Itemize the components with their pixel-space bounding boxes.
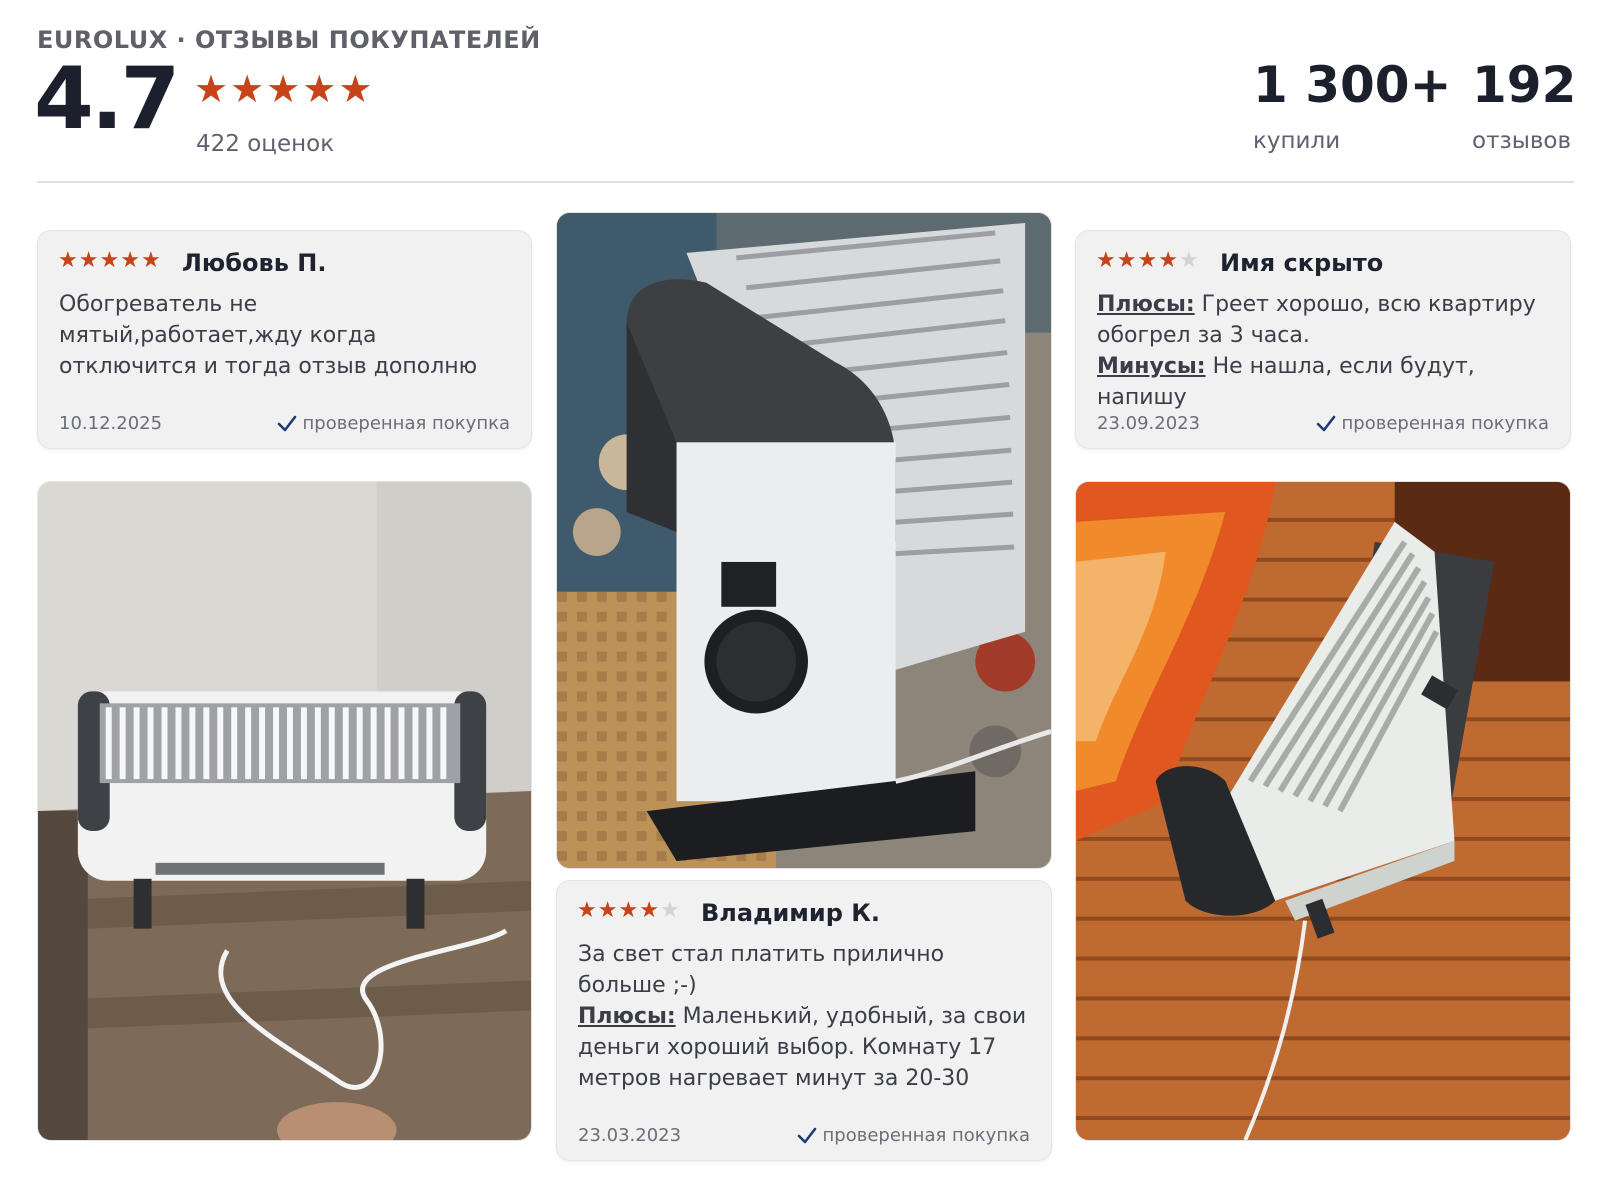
cons-label: Минусы: [1097, 354, 1206, 379]
star-icon: ★ [1158, 248, 1178, 273]
star-icon: ★ [99, 248, 120, 273]
stat-bought: 1 300+ купили [1253, 60, 1451, 154]
verified-label: проверенная покупка [302, 413, 510, 434]
star-icon: ★ [618, 898, 639, 923]
heater-side-image [557, 213, 1051, 868]
verified-label: проверенная покупка [822, 1125, 1030, 1146]
rating-stars: ★ ★ ★ ★ ★ [194, 70, 372, 108]
review-photo-2[interactable] [556, 212, 1052, 869]
star-icon: ★ [266, 67, 301, 111]
stat-reviews: 192 отзывов [1472, 60, 1576, 154]
heater-angled-image [1076, 482, 1570, 1140]
review-card-2[interactable]: ★ ★ ★ ★ ★ Имя скрыто Плюсы: Греет хорошо… [1075, 230, 1571, 449]
review-text: За свет стал платить прилично больше ;-)… [578, 939, 1027, 1094]
reviewer-name: Владимир К. [701, 899, 880, 927]
verified-badge: проверенная покупка [1316, 413, 1549, 434]
review-photo-3[interactable] [1075, 481, 1571, 1141]
verified-label: проверенная покупка [1341, 413, 1549, 434]
review-text: Обогреватель не мятый,работает,жду когда… [59, 292, 478, 379]
review-body: За свет стал платить прилично больше ;-) [578, 942, 945, 998]
verified-badge: проверенная покупка [277, 413, 510, 434]
star-empty-icon: ★ [659, 898, 680, 923]
star-icon: ★ [78, 248, 99, 273]
pros-label: Плюсы: [578, 1004, 676, 1029]
verified-badge: проверенная покупка [797, 1125, 1030, 1146]
reviewer-name: Имя скрыто [1220, 249, 1384, 277]
review-text: Плюсы: Греет хорошо, всю квартиру обогре… [1097, 289, 1554, 413]
star-icon: ★ [1096, 248, 1116, 273]
star-empty-icon: ★ [1178, 248, 1199, 273]
ratings-count: 422 оценок [196, 131, 335, 157]
average-rating: 4.7 [34, 49, 180, 149]
review-date: 23.09.2023 [1097, 413, 1201, 434]
stat-value: 192 [1472, 56, 1577, 114]
review-date: 10.12.2025 [59, 413, 163, 434]
stat-value: 1 300+ [1253, 56, 1452, 114]
stat-label: купили [1253, 128, 1341, 154]
review-card-1[interactable]: ★ ★ ★ ★ ★ Любовь П. Обогреватель не мяты… [37, 230, 532, 449]
review-stars: ★ ★ ★ ★ ★ [577, 900, 680, 922]
star-icon: ★ [58, 248, 78, 273]
star-icon: ★ [140, 248, 161, 273]
star-icon: ★ [597, 898, 618, 923]
heater-front-image [38, 482, 531, 1140]
review-stars: ★ ★ ★ ★ ★ [58, 250, 161, 272]
star-icon: ★ [338, 67, 373, 111]
star-icon: ★ [639, 898, 659, 923]
stat-label: отзывов [1472, 128, 1572, 154]
star-icon: ★ [1137, 248, 1158, 273]
check-icon [1316, 415, 1335, 431]
review-card-3[interactable]: ★ ★ ★ ★ ★ Владимир К. За свет стал плати… [556, 880, 1052, 1161]
star-icon: ★ [302, 67, 337, 111]
star-icon: ★ [230, 67, 265, 111]
star-icon: ★ [120, 248, 140, 273]
review-stars: ★ ★ ★ ★ ★ [1096, 250, 1199, 272]
reviewer-name: Любовь П. [182, 249, 327, 277]
review-photo-1[interactable] [37, 481, 532, 1141]
review-date: 23.03.2023 [578, 1125, 682, 1146]
star-icon: ★ [194, 67, 229, 111]
star-icon: ★ [577, 898, 597, 923]
pros-label: Плюсы: [1097, 292, 1195, 317]
check-icon [797, 1127, 816, 1143]
star-icon: ★ [1116, 248, 1137, 273]
check-icon [277, 415, 296, 431]
header-divider [37, 181, 1574, 183]
